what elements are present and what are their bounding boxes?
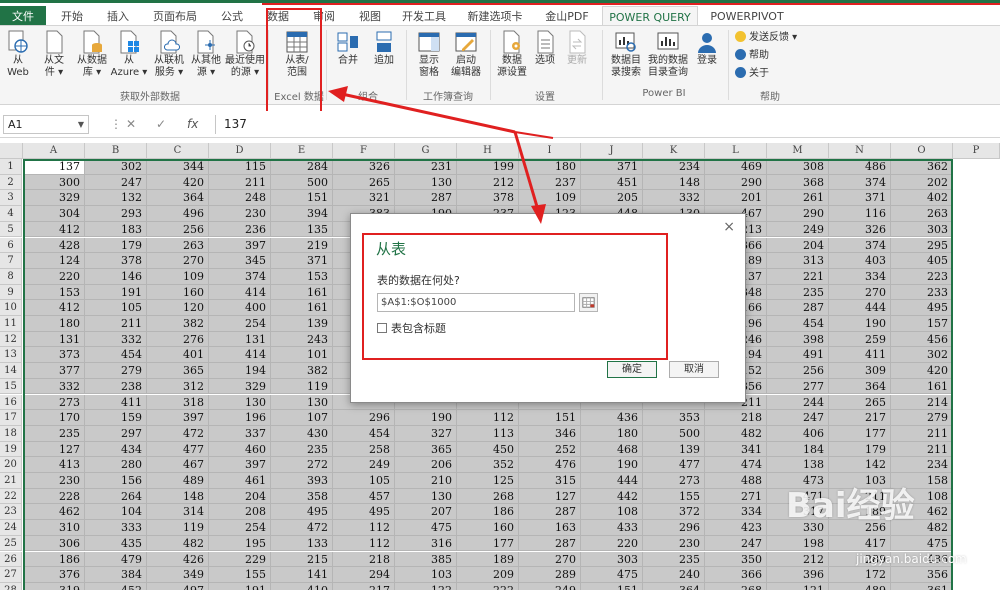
watermark-url: jingyan.baidu.com (856, 552, 967, 566)
arrow-head-icon (328, 86, 348, 102)
arrow-head-icon (531, 204, 546, 224)
baidu-watermark: Bai经验 jingyan.baidu.com (786, 478, 996, 578)
watermark-text: Bai经验 (786, 486, 915, 526)
